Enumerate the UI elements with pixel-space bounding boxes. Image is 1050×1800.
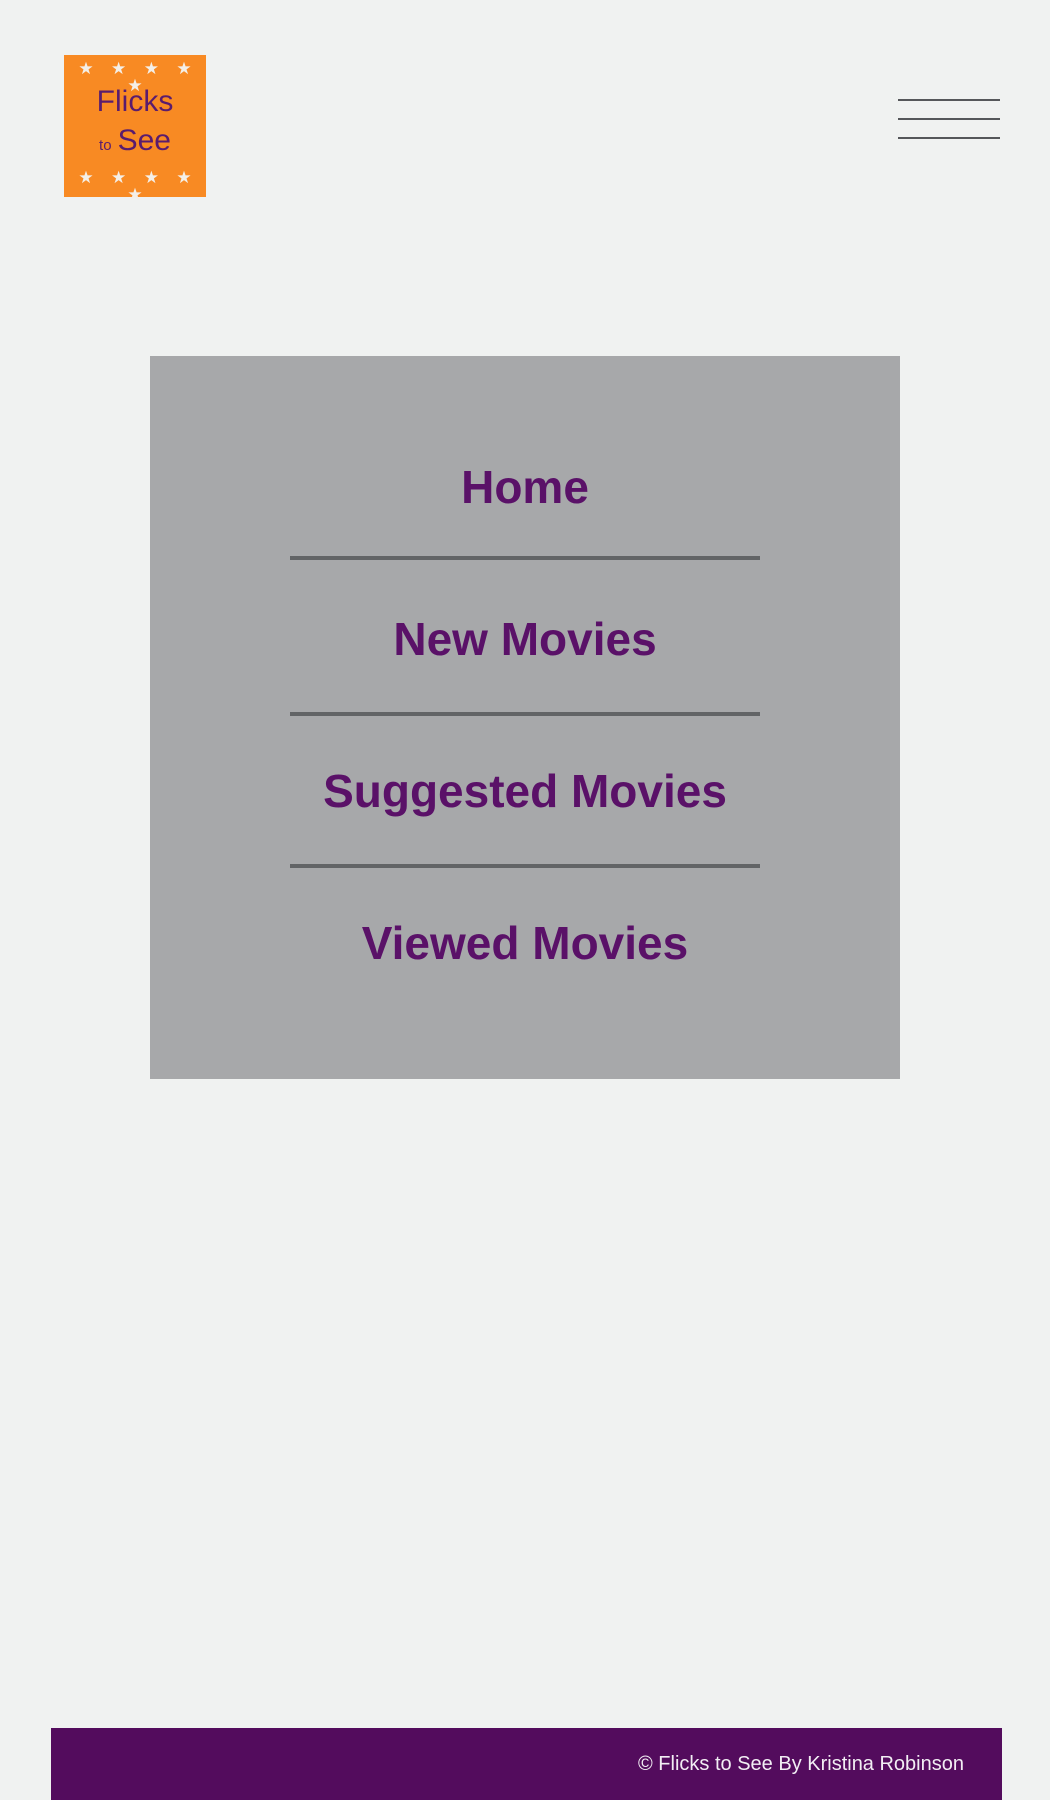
- menu-item-new-movies[interactable]: New Movies: [150, 611, 900, 667]
- menu-item-viewed-movies[interactable]: Viewed Movies: [150, 915, 900, 971]
- menu-divider: [290, 556, 760, 560]
- hamburger-bar: [898, 99, 1000, 101]
- footer-copyright: © Flicks to See By Kristina Robinson: [638, 1753, 964, 1775]
- hamburger-bar: [898, 137, 1000, 139]
- menu-item-suggested-movies[interactable]: Suggested Movies: [150, 763, 900, 819]
- logo-text-see: See: [117, 124, 171, 157]
- menu-divider: [290, 864, 760, 868]
- logo-text-to: to: [99, 137, 112, 154]
- logo-stars-bottom: ★ ★ ★ ★ ★: [78, 168, 198, 205]
- logo-text-flicks: Flicks: [96, 85, 174, 118]
- footer: © Flicks to See By Kristina Robinson: [51, 1728, 1002, 1800]
- menu-item-home[interactable]: Home: [150, 459, 900, 515]
- site-logo[interactable]: ★ ★ ★ ★ ★ Flicks to See ★ ★ ★ ★ ★: [64, 55, 206, 204]
- menu-divider: [290, 712, 760, 716]
- navigation-menu-panel: Home New Movies Suggested Movies Viewed …: [150, 356, 900, 1079]
- logo-text-to-see: to See: [64, 125, 206, 162]
- hamburger-menu-icon[interactable]: [898, 98, 1000, 142]
- hamburger-bar: [898, 118, 1000, 120]
